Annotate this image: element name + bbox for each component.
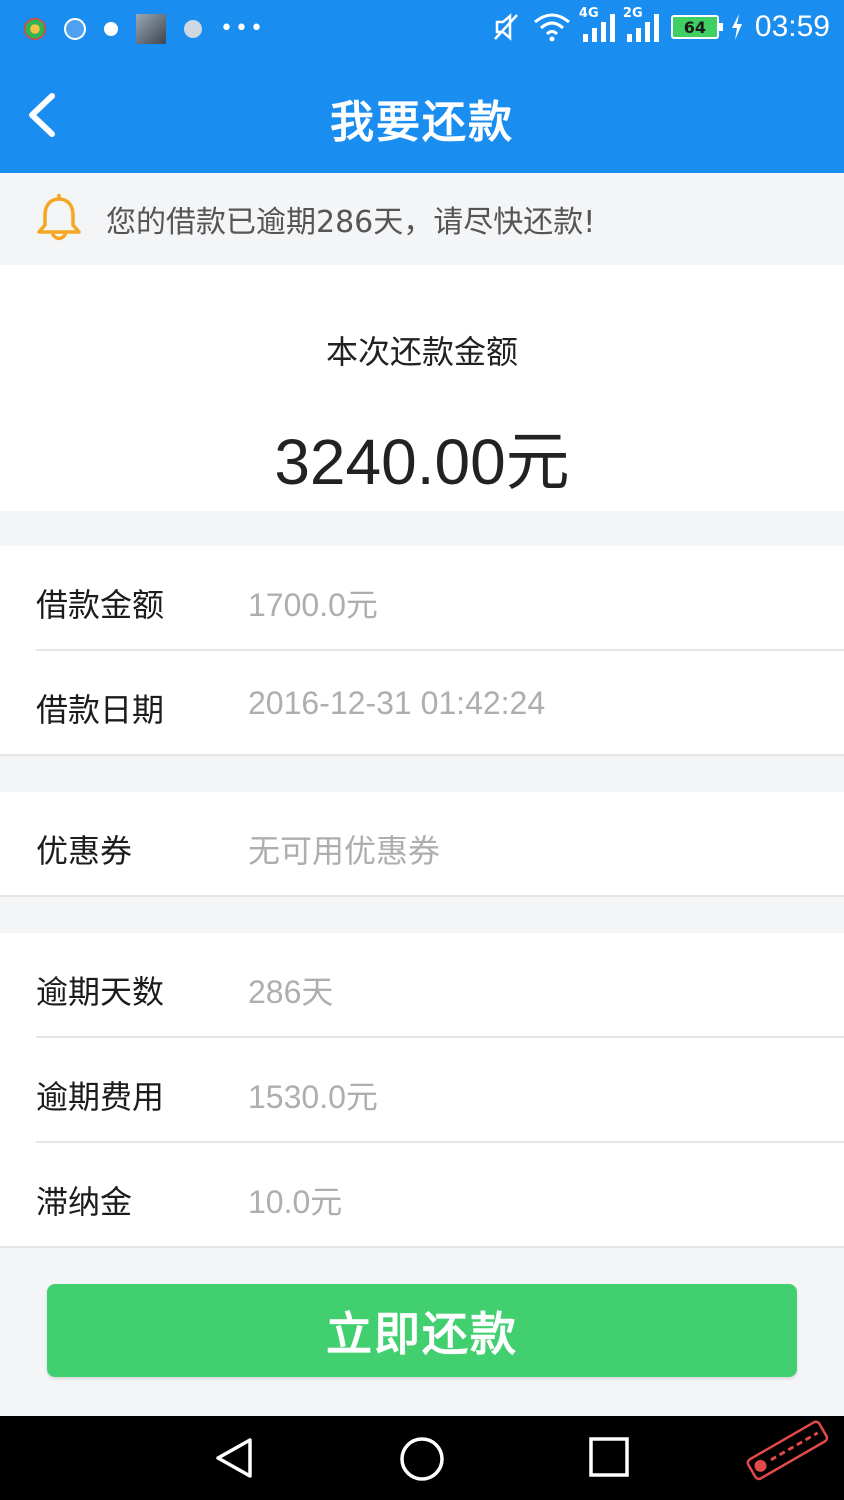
list-item: 滞纳金 10.0元	[0, 1143, 844, 1248]
overdue-info-section: 逾期天数 286天 逾期费用 1530.0元 滞纳金 10.0元	[0, 933, 844, 1248]
list-item: 逾期费用 1530.0元	[0, 1038, 844, 1143]
page-title: 我要还款	[330, 97, 514, 148]
late-fee-label: 滞纳金	[36, 1183, 133, 1221]
divider	[0, 895, 844, 897]
app-notification-icon-2	[64, 18, 86, 40]
repayment-amount-value: 3240.00元	[274, 426, 570, 498]
coupon-label: 优惠券	[36, 832, 133, 870]
repayment-amount-card: 本次还款金额 3240.00元	[0, 265, 844, 511]
late-fee-value: 10.0元	[248, 1184, 343, 1220]
overdue-fee-label: 逾期费用	[36, 1078, 165, 1116]
loan-date-label: 借款日期	[36, 691, 165, 729]
signal-2g-icon: 2G	[623, 6, 659, 42]
pay-now-button[interactable]: 立即还款	[47, 1284, 797, 1377]
battery-icon: 64	[670, 15, 723, 39]
loan-amount-value: 1700.0元	[248, 587, 378, 623]
notice-text: 您的借款已逾期286天，请尽快还款!	[106, 205, 596, 240]
system-indicators: 4G 2G 64 03:59	[491, 6, 830, 44]
overdue-days-value: 286天	[248, 974, 334, 1010]
divider	[0, 1246, 844, 1248]
loan-info-section: 借款金额 1700.0元 借款日期 2016-12-31 01:42:24	[0, 546, 844, 756]
divider	[0, 754, 844, 756]
system-nav-bar	[0, 1416, 844, 1500]
battery-level: 64	[683, 17, 707, 37]
recents-nav-icon[interactable]	[588, 1436, 630, 1478]
mute-icon	[494, 13, 518, 41]
clock: 03:59	[754, 10, 830, 43]
overdue-days-label: 逾期天数	[36, 973, 165, 1011]
notification-icons: •••	[24, 14, 265, 44]
bell-icon	[37, 194, 81, 241]
nav-bar: 我要还款	[0, 58, 844, 173]
home-nav-icon[interactable]	[399, 1436, 445, 1482]
charging-icon	[731, 14, 742, 40]
status-bar: ••• 4G 2G 64 03:59	[0, 0, 844, 58]
app-notification-icon-3	[184, 20, 202, 38]
loan-amount-label: 借款金额	[36, 586, 165, 624]
app-notification-icon	[24, 18, 46, 40]
back-nav-icon[interactable]	[212, 1436, 256, 1480]
network-type-label: 4G	[578, 6, 599, 21]
signal-4g-icon: 4G	[579, 6, 615, 42]
overdue-notice: 您的借款已逾期286天，请尽快还款!	[0, 173, 844, 265]
network-type-label-2: 2G	[622, 6, 643, 21]
list-item: 逾期天数 286天	[0, 933, 844, 1038]
repayment-amount-label: 本次还款金额	[325, 333, 518, 371]
list-item: 借款金额 1700.0元	[0, 546, 844, 651]
watermark-logo-icon	[746, 1420, 829, 1481]
wifi-icon	[533, 13, 570, 42]
coupon-section[interactable]: 优惠券 无可用优惠券	[0, 792, 844, 897]
more-notifications-icon: •••	[220, 16, 265, 41]
overdue-fee-value: 1530.0元	[248, 1079, 378, 1115]
coupon-row[interactable]: 优惠券 无可用优惠券	[0, 792, 844, 897]
image-notification-icon	[136, 14, 166, 44]
loan-date-value: 2016-12-31 01:42:24	[248, 685, 546, 721]
message-icon	[104, 22, 118, 36]
list-item: 借款日期 2016-12-31 01:42:24	[0, 651, 844, 756]
coupon-value: 无可用优惠券	[248, 832, 441, 870]
